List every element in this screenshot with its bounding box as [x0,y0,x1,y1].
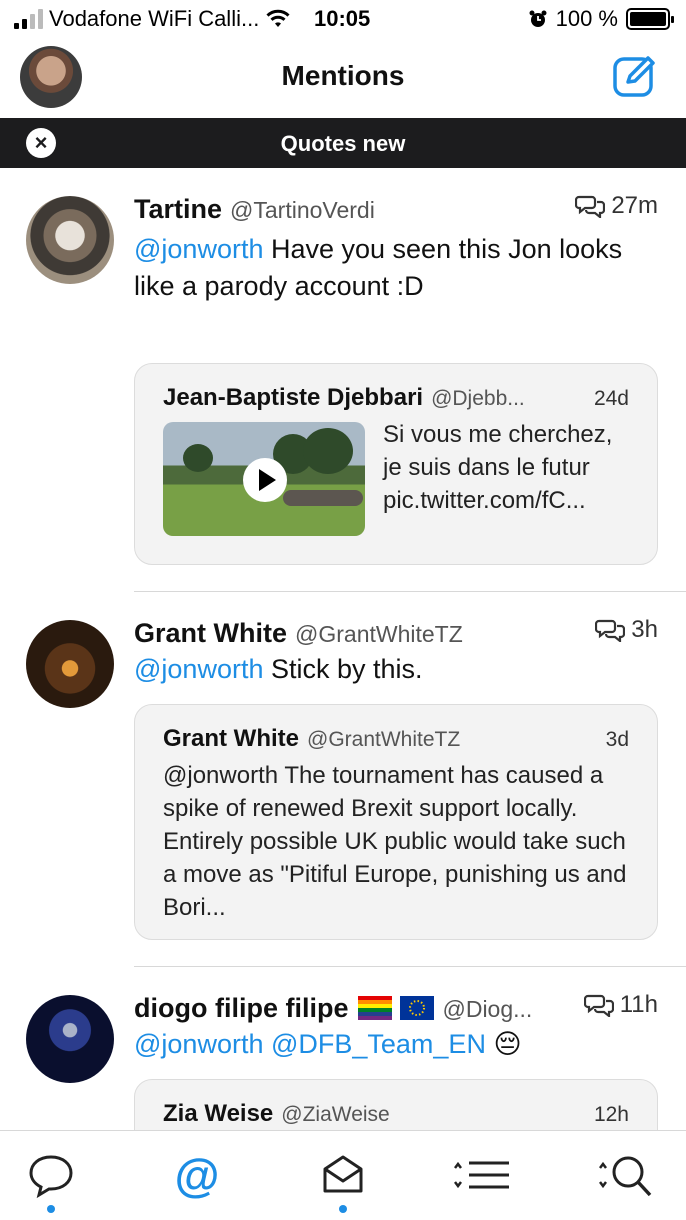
author-handle: @GrantWhiteTZ [295,621,463,647]
quote-text: Si vous me cherchez, je suis dans le fut… [383,421,613,514]
user-avatar[interactable] [26,196,114,284]
quoted-tweet[interactable]: Grant White @GrantWhiteTZ 3d @jonworth T… [134,704,658,940]
author-handle: @Diog... [442,996,533,1022]
tweet-time: 27m [611,192,658,219]
battery-percent: 100 % [555,6,618,31]
compose-icon[interactable] [612,54,656,98]
nav-header: Mentions [0,40,686,118]
tweet-meta: 27m [567,192,658,220]
tweet-text: @jonworth Have you seen this Jon looks l… [134,231,686,305]
status-bar: Vodafone WiFi Calli... 10:05 100 % [0,0,686,40]
carrier-label: Vodafone WiFi Calli... [49,6,260,31]
user-avatar[interactable] [26,620,114,708]
status-left: Vodafone WiFi Calli... [14,6,291,32]
quote-header: Zia Weise @ZiaWeise 12h [163,1100,629,1128]
video-thumbnail[interactable] [163,422,365,536]
tweet-text: @jonworth Stick by this. [134,651,686,688]
tweet-header: diogo filipe filipe @Diog... 11h [134,991,686,1024]
quoted-tweet[interactable]: Jean-Baptiste Djebbari @Djebb... 24d Si … [134,363,658,565]
unread-dot [47,1205,55,1213]
page-title: Mentions [281,60,405,91]
quote-text: @jonworth The tournament has caused a sp… [163,762,627,921]
tweet-time: 3h [631,616,658,643]
tweet-meta: 3h [587,616,658,644]
conversation-icon [583,994,614,1017]
quote-header: Grant White @GrantWhiteTZ 3d [163,725,629,753]
quote-author-handle: @GrantWhiteTZ [307,728,461,751]
quote-author-handle: @ZiaWeise [281,1103,390,1126]
quote-time: 3d [605,728,629,751]
author-handle: @TartinoVerdi [230,197,375,223]
eu-flag-icon [400,995,435,1020]
author-name[interactable]: diogo filipe filipe [134,993,348,1024]
quote-author-handle: @Djebb... [431,387,525,410]
mention-link[interactable]: @jonworth [134,654,263,684]
play-icon[interactable] [243,458,287,502]
tweet-time: 11h [619,991,658,1018]
mail-icon [323,1155,363,1193]
mention-link[interactable]: @jonworth @DFB_Team_EN [134,1029,486,1059]
conversation-icon [595,619,626,642]
tweet-body: 😔 [485,1029,522,1059]
quote-author-name: Zia Weise [163,1100,274,1127]
author-name[interactable]: Tartine [134,194,222,225]
banner-label: Quotes new [280,131,406,156]
tweet-item[interactable]: diogo filipe filipe @Diog... 11h @jonwor… [26,967,686,1130]
quote-author-name: Grant White [163,725,299,752]
status-right: 100 % [528,6,674,32]
user-avatar[interactable] [26,995,114,1083]
battery-icon [626,8,674,30]
list-icon [454,1161,509,1189]
quote-time: 12h [593,1103,629,1126]
tab-lists[interactable] [451,1151,511,1211]
tweet-text: @jonworth @DFB_Team_EN 😔 [134,1026,686,1063]
tweet-item[interactable]: Grant White @GrantWhiteTZ 3h @jonworth S… [26,592,686,967]
tab-timeline[interactable] [21,1151,81,1213]
alarm-icon [529,10,547,27]
quoted-tweet[interactable]: Zia Weise @ZiaWeise 12h [134,1079,658,1130]
mentions-feed[interactable]: Tartine @TartinoVerdi 27m @jonworth Have… [0,168,686,1130]
chat-bubble-icon [29,1155,73,1199]
new-quotes-banner[interactable]: × Quotes new [0,118,686,168]
tab-bar: @ [0,1130,686,1220]
tab-mentions[interactable]: @ [167,1151,227,1211]
at-sign-icon: @ [174,1149,220,1201]
mention-link[interactable]: @jonworth [134,234,263,264]
tweet-body: Stick by this. [263,654,423,684]
quote-author-name: Jean-Baptiste Djebbari [163,384,424,411]
author-name[interactable]: Grant White [134,618,287,649]
signal-icon [14,9,43,29]
wifi-icon [266,9,290,27]
quote-content: Si vous me cherchez, je suis dans le fut… [163,418,629,536]
quote-time: 24d [593,387,629,410]
tweet-header: Grant White @GrantWhiteTZ 3h [134,616,686,649]
quote-header: Jean-Baptiste Djebbari @Djebb... 24d [163,384,629,412]
tweet-header: Tartine @TartinoVerdi 27m [134,192,686,225]
search-icon [599,1156,652,1197]
status-time: 10:05 [314,6,371,31]
tab-messages[interactable] [313,1151,373,1213]
tweet-item[interactable]: Tartine @TartinoVerdi 27m @jonworth Have… [26,168,686,592]
rainbow-flag-icon [358,995,393,1020]
tab-search[interactable] [598,1151,658,1211]
unread-dot [339,1205,347,1213]
tweet-meta: 11h [576,991,658,1019]
conversation-icon [575,195,606,218]
